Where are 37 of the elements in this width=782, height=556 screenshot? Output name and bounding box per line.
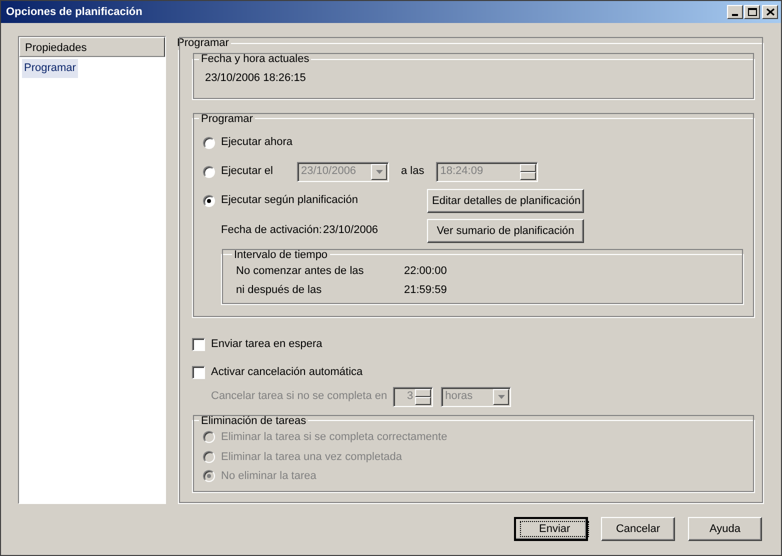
option-label[interactable]: Ejecutar según planificación xyxy=(221,192,427,209)
minimize-button[interactable] xyxy=(727,5,743,19)
interval-label: No comenzar antes de las xyxy=(236,264,365,279)
list-header: Propiedades xyxy=(19,37,165,57)
dropdown-arrow-icon xyxy=(376,170,382,174)
dialog-button[interactable]: Enviar xyxy=(514,517,588,541)
group-title: Programar xyxy=(200,112,254,126)
group-title: Eliminación de tareas xyxy=(200,414,308,428)
group-title: Intervalo de tiempo xyxy=(233,248,329,262)
activation-label: Fecha de activación: xyxy=(221,223,323,238)
group-title: Programar xyxy=(176,36,230,50)
activation-date: 23/10/2006 xyxy=(323,223,380,238)
current-datetime: 23/10/2006 18:26:15 xyxy=(204,71,307,86)
interval-time: 21:59:59 xyxy=(404,282,447,298)
edit-schedule-button[interactable]: Editar detalles de planificación xyxy=(427,188,584,212)
maximize-icon xyxy=(748,8,756,16)
dialog-button[interactable]: Cancelar xyxy=(601,517,675,541)
group-title: Fecha y hora actuales xyxy=(200,52,310,66)
dropdown-arrow-icon xyxy=(498,394,505,398)
checkbox[interactable] xyxy=(192,366,205,379)
cancel-after-label: Cancelar tarea si no se completa en xyxy=(211,389,388,404)
list-item[interactable]: Programar xyxy=(22,59,78,78)
option-label[interactable]: Ejecutar ahora xyxy=(221,134,293,151)
radio-button[interactable] xyxy=(203,136,215,148)
close-icon xyxy=(766,8,774,16)
time-label: a las xyxy=(401,164,424,180)
close-button[interactable] xyxy=(762,5,778,19)
interval-time: 22:00:00 xyxy=(404,264,447,279)
dialog-button[interactable]: Ayuda xyxy=(688,517,762,541)
checkbox-label[interactable]: Enviar tarea en espera xyxy=(211,336,322,353)
checkbox-label[interactable]: Activar cancelación automática xyxy=(211,364,363,381)
window-title: Opciones de planificación xyxy=(6,4,144,20)
radio-button[interactable] xyxy=(203,194,215,206)
maximize-button[interactable] xyxy=(744,5,760,19)
interval-label: ni después de las xyxy=(236,282,323,298)
view-summary-button[interactable]: Ver sumario de planificación xyxy=(427,218,584,242)
checkbox[interactable] xyxy=(192,338,205,351)
